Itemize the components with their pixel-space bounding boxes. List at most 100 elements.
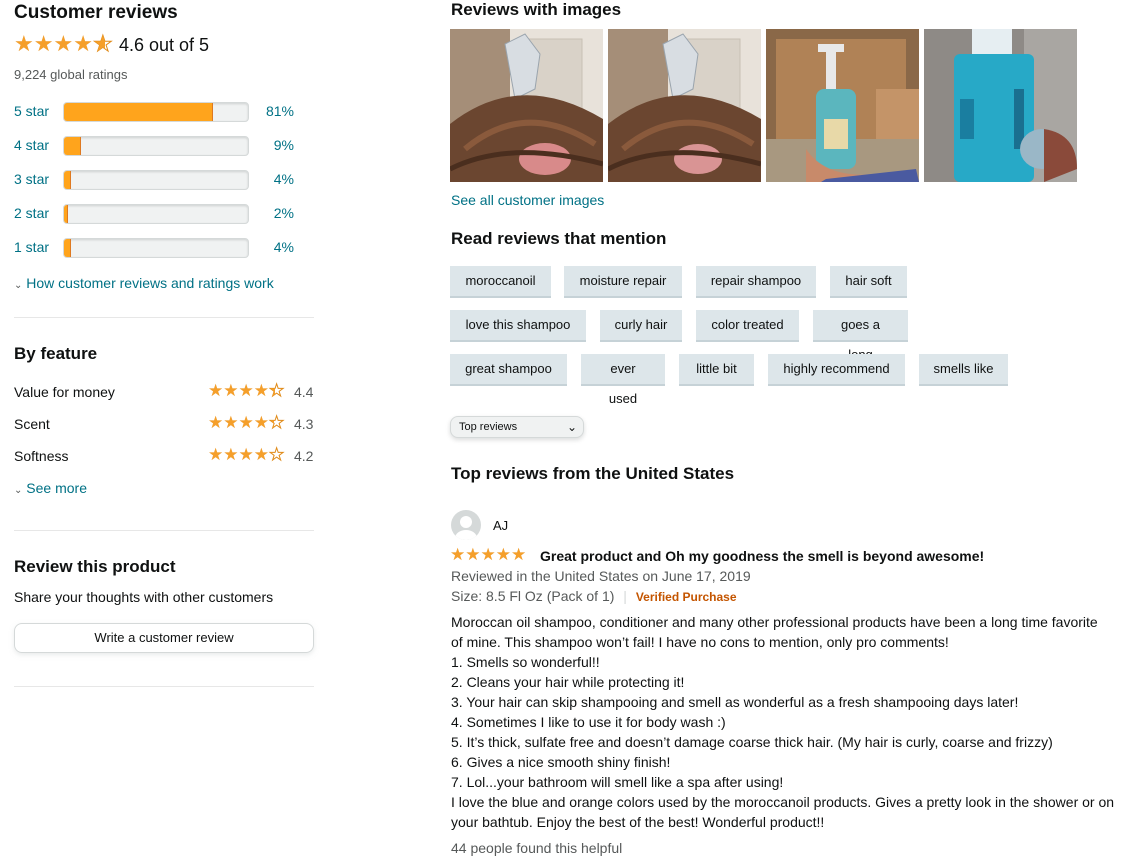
rating-bar-fill [64,239,72,257]
star-icon: ★★ [480,545,496,564]
divider [14,530,314,531]
star-icon: ★★ [450,545,466,564]
feature-name: Scent [14,416,50,432]
mention-chip[interactable]: highly recommend [768,354,905,384]
feature-row: Value for money★★★★★★★★★★4.4 [14,382,314,404]
star-level-label[interactable]: 3 star [14,171,49,187]
sort-select[interactable]: Top reviews ⌄ [450,416,584,438]
star-icon: ★★ [33,31,54,56]
review-body-line: 6. Gives a nice smooth shiny finish! [451,754,671,770]
review-size-link[interactable]: Size: 8.5 Fl Oz (Pack of 1) | Verified P… [451,588,737,604]
customer-reviews-title: Customer reviews [14,2,178,23]
verified-purchase-badge: Verified Purchase [635,590,737,604]
feature-stars: ★★★★★★★★★★ [208,445,285,464]
rating-percent[interactable]: 2% [274,205,294,221]
see-more-link[interactable]: ⌄ See more [14,480,87,496]
mention-chip[interactable]: moisture repair [564,266,682,296]
star-icon: ★★ [268,445,285,464]
feature-stars: ★★★★★★★★★★ [208,413,285,432]
rating-bar[interactable] [63,170,249,190]
star-icon: ★★ [208,381,224,400]
star-icon: ★★ [223,445,239,464]
global-ratings-count: 9,224 global ratings [14,67,128,82]
review-size: Size: 8.5 Fl Oz (Pack of 1) [451,588,615,604]
mention-chip[interactable]: smells like [919,354,1008,384]
feature-rating-value: 4.3 [294,416,314,432]
review-headline[interactable]: Great product and Oh my goodness the sme… [540,548,984,564]
histogram-row[interactable]: 3 star 4% [14,169,314,191]
review-image-thumbnail[interactable] [924,29,1077,182]
mention-chip[interactable]: hair soft [830,266,907,296]
feature-row: Softness★★★★★★★★★★4.2 [14,446,314,468]
user-icon [455,516,477,540]
separator: | [623,588,627,604]
reviews-with-images-title: Reviews with images [451,0,622,19]
how-ratings-work-link[interactable]: ⌄ How customer reviews and ratings work [14,275,274,291]
histogram-row[interactable]: 1 star 4% [14,237,314,259]
histogram-row[interactable]: 5 star 81% [14,101,314,123]
review-body-line: 1. Smells so wonderful!! [451,654,600,670]
star-level-label[interactable]: 2 star [14,205,49,221]
overall-rating-stars: ★ ★ ★ ★ ★ ★ ★ ★ ★ ★ [14,31,113,57]
star-icon: ★★ [238,413,254,432]
read-reviews-mention-title: Read reviews that mention [451,229,667,248]
review-body-line: your bathtub. Enjoy the best of the best… [451,814,825,830]
mention-chip[interactable]: curly hair [600,310,682,340]
star-icon: ★★ [208,413,224,432]
star-level-label[interactable]: 4 star [14,137,49,153]
overall-rating-text: 4.6 out of 5 [119,35,210,55]
star-icon: ★★ [253,381,269,400]
rating-bar[interactable] [63,136,249,156]
rating-percent[interactable]: 4% [274,239,294,255]
mention-chip[interactable]: ever used [581,354,665,406]
review-image-thumbnail[interactable] [608,29,761,182]
review-image-thumbnail[interactable] [766,29,919,182]
rating-percent[interactable]: 4% [274,171,294,187]
star-icon: ★★ [208,445,224,464]
mention-chip[interactable]: goes a long [813,310,908,362]
star-icon: ★★ [14,31,34,56]
rating-bar[interactable] [63,238,249,258]
star-icon: ★★ [268,381,285,400]
chevron-down-icon: ⌄ [566,420,577,434]
chevron-down-icon: ⌄ [14,485,23,496]
review-image-thumbnail[interactable] [450,29,603,182]
histogram-row[interactable]: 2 star 2% [14,203,314,225]
how-ratings-work-label: How customer reviews and ratings work [26,275,274,291]
histogram-row[interactable]: 4 star 9% [14,135,314,157]
see-all-images-link[interactable]: See all customer images [451,192,604,208]
write-review-button[interactable]: Write a customer review [14,623,314,653]
review-body-line: of mine. This shampoo won’t fail! I have… [451,634,949,650]
mention-chip[interactable]: little bit [679,354,754,384]
rating-percent[interactable]: 81% [266,103,294,119]
review-body-line: I love the blue and orange colors used b… [451,794,1115,810]
mention-chip[interactable]: repair shampoo [696,266,816,296]
review-product-subtitle: Share your thoughts with other customers [14,589,274,605]
star-level-label[interactable]: 1 star [14,239,49,255]
divider [14,317,314,318]
feature-rating-value: 4.4 [294,384,314,400]
mention-chip[interactable]: great shampoo [450,354,567,384]
rating-bar[interactable] [63,204,249,224]
star-icon: ★★ [223,413,239,432]
rating-bar[interactable] [63,102,249,122]
rating-bar-fill [64,205,68,223]
mention-chip[interactable]: moroccanoil [450,266,551,296]
review-date: Reviewed in the United States on June 17… [451,568,751,584]
star-icon: ★★ [223,381,239,400]
review-body-line: 3. Your hair can skip shampooing and sme… [451,694,1019,710]
feature-stars: ★★★★★★★★★★ [208,381,285,400]
star-level-label[interactable]: 5 star [14,103,49,119]
rating-bar-fill [64,103,214,121]
star-icon: ★★ [92,31,113,56]
review-stars[interactable]: ★ ★ ★ ★ ★ ★ ★ ★ ★ ★ [450,545,526,565]
feature-name: Softness [14,448,69,464]
review-product-title: Review this product [14,557,176,576]
star-icon: ★★ [495,545,511,564]
rating-percent[interactable]: 9% [274,137,294,153]
helpful-count: 44 people found this helpful [451,840,623,856]
avatar [451,510,481,540]
mention-chip[interactable]: love this shampoo [450,310,586,340]
by-feature-title: By feature [14,344,98,363]
mention-chip[interactable]: color treated [696,310,799,340]
